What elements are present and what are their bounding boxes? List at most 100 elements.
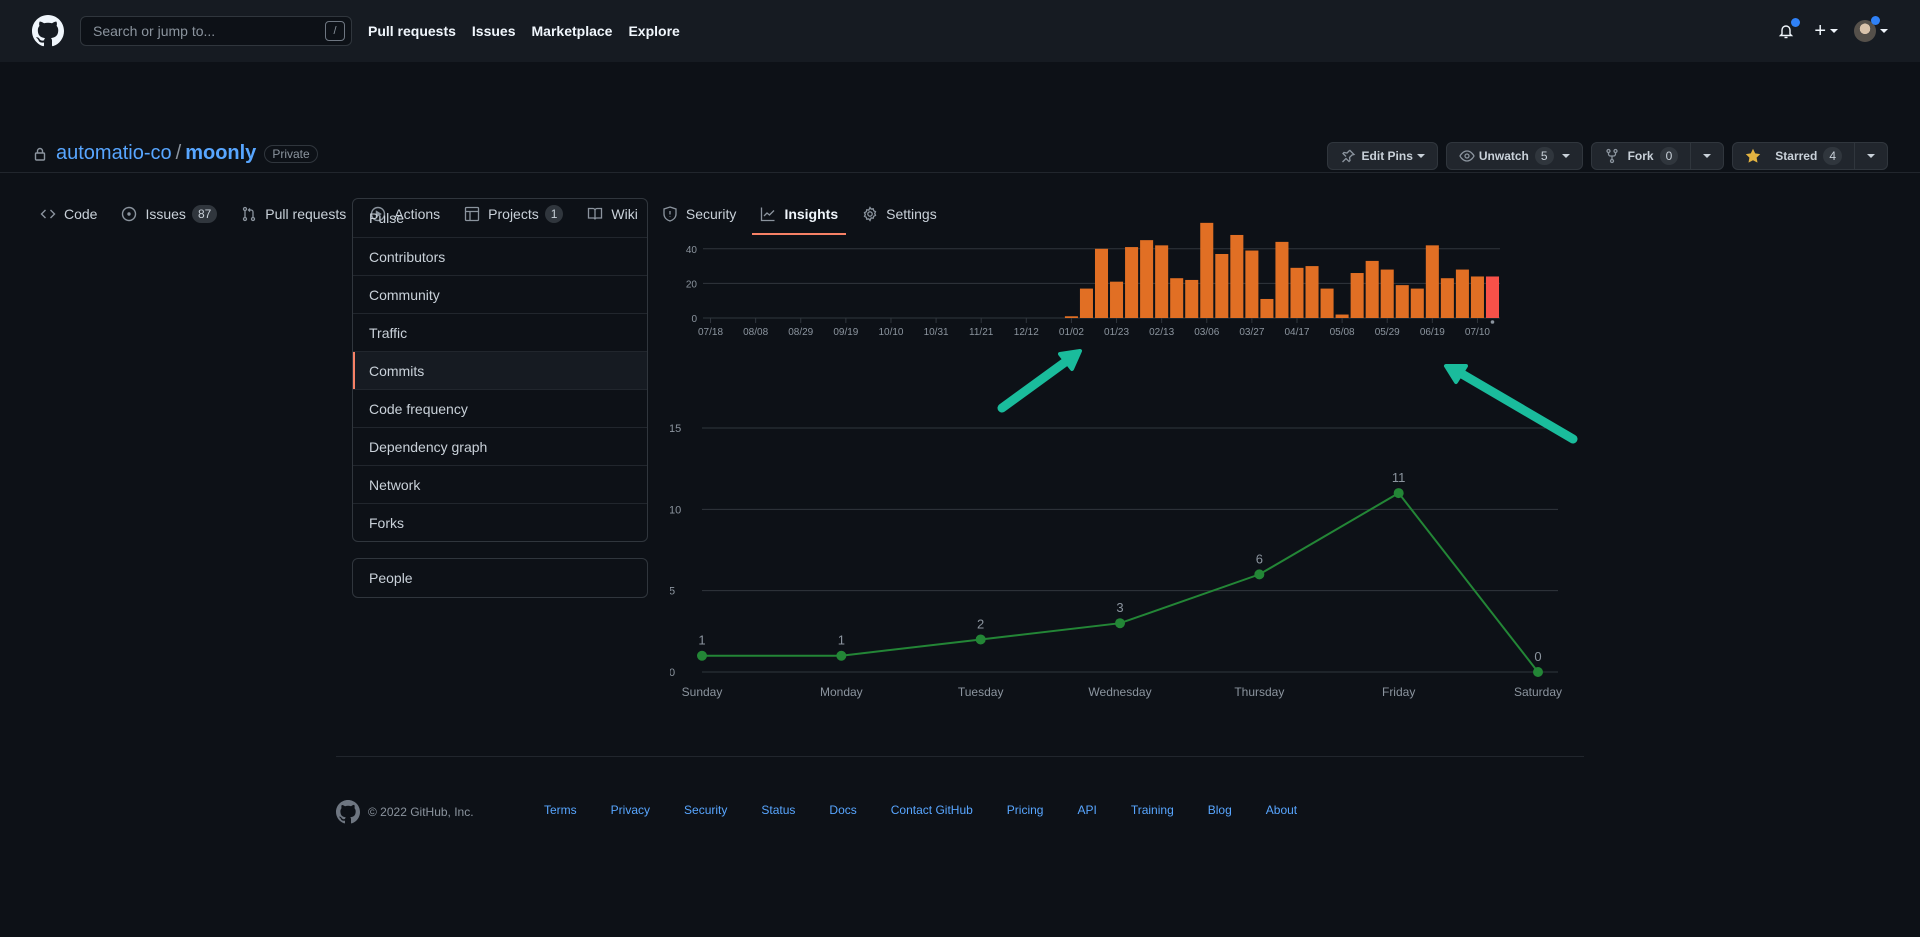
footer-link-status[interactable]: Status bbox=[761, 803, 795, 817]
star-dropdown[interactable] bbox=[1855, 143, 1887, 169]
tab-code[interactable]: Code bbox=[32, 192, 105, 235]
current-week-marker bbox=[1490, 320, 1495, 324]
footer-link-training[interactable]: Training bbox=[1131, 803, 1174, 817]
sidebar-item-community[interactable]: Community bbox=[353, 275, 647, 313]
footer-link-docs[interactable]: Docs bbox=[829, 803, 856, 817]
x-tick-label: 11/21 bbox=[969, 327, 994, 338]
insights-menu-secondary: People bbox=[352, 558, 648, 598]
create-new-button[interactable]: + bbox=[1814, 20, 1838, 43]
edit-pins-button[interactable]: Edit Pins bbox=[1326, 142, 1438, 170]
repo-actions: Edit Pins Unwatch 5 Fork 0 Starred 4 bbox=[1326, 142, 1888, 170]
data-label: 11 bbox=[1392, 470, 1406, 485]
weekly-bar bbox=[1079, 288, 1093, 318]
x-tick-label: 10/10 bbox=[878, 327, 903, 338]
weekly-bar bbox=[1305, 266, 1319, 318]
header-right: + bbox=[1778, 16, 1888, 43]
footer-link-security[interactable]: Security bbox=[684, 803, 727, 817]
copyright-text: © 2022 GitHub, Inc. bbox=[368, 805, 474, 819]
plus-icon: + bbox=[1814, 19, 1826, 42]
footer-link-terms[interactable]: Terms bbox=[544, 803, 577, 817]
sidebar-item-network[interactable]: Network bbox=[353, 465, 647, 503]
nav-issues[interactable]: Issues bbox=[472, 23, 516, 39]
footer-links: Terms Privacy Security Status Docs Conta… bbox=[544, 803, 1297, 817]
footer-link-contact[interactable]: Contact GitHub bbox=[891, 803, 973, 817]
weekly-bar bbox=[1064, 316, 1078, 318]
nav-pull-requests[interactable]: Pull requests bbox=[368, 23, 456, 39]
weekly-bar bbox=[1455, 269, 1469, 318]
notification-dot bbox=[1791, 18, 1801, 27]
tab-issues[interactable]: Issues 87 bbox=[113, 192, 225, 235]
sidebar-item-code-frequency[interactable]: Code frequency bbox=[353, 389, 647, 427]
data-label: 3 bbox=[1116, 600, 1123, 615]
fork-icon bbox=[1605, 148, 1618, 164]
y-tick-label: 40 bbox=[686, 245, 698, 256]
notifications-button[interactable] bbox=[1778, 18, 1801, 41]
user-menu-button[interactable] bbox=[1854, 16, 1888, 42]
header-nav: Pull requests Issues Marketplace Explore bbox=[368, 23, 696, 39]
tab-label: Pull requests bbox=[265, 205, 347, 222]
data-point bbox=[1115, 618, 1125, 629]
code-icon bbox=[40, 209, 56, 218]
x-tick-label: Saturday bbox=[1514, 685, 1562, 699]
x-tick-label: 03/27 bbox=[1239, 327, 1264, 338]
weekly-bar bbox=[1125, 247, 1139, 318]
github-mark-icon[interactable] bbox=[336, 800, 360, 824]
data-label: 2 bbox=[977, 616, 984, 631]
insights-sidebar: Pulse Contributors Community Traffic Com… bbox=[352, 198, 648, 598]
sidebar-item-traffic[interactable]: Traffic bbox=[353, 313, 647, 351]
y-tick-label: 15 bbox=[670, 423, 681, 435]
repo-separator: / bbox=[175, 142, 182, 164]
x-tick-label: 02/13 bbox=[1149, 327, 1174, 338]
x-tick-label: 05/29 bbox=[1375, 327, 1400, 338]
weekly-bar bbox=[1185, 279, 1199, 318]
git-pull-request-icon bbox=[243, 206, 256, 221]
fork-button[interactable]: Fork 0 bbox=[1592, 143, 1692, 169]
x-tick-label: 01/23 bbox=[1104, 327, 1129, 338]
weekly-bar bbox=[1440, 278, 1454, 318]
footer-link-api[interactable]: API bbox=[1077, 803, 1096, 817]
y-tick-label: 0 bbox=[670, 667, 675, 679]
weekly-bar bbox=[1365, 260, 1379, 318]
repo-name-link[interactable]: moonly bbox=[185, 142, 256, 165]
repo-owner-link[interactable]: automatio-co bbox=[56, 142, 172, 165]
footer-link-blog[interactable]: Blog bbox=[1208, 803, 1232, 817]
weekly-bar bbox=[1200, 222, 1214, 318]
x-tick-label: 07/18 bbox=[698, 327, 723, 338]
weekly-bar bbox=[1170, 278, 1184, 318]
sidebar-item-commits[interactable]: Commits bbox=[353, 351, 647, 389]
sidebar-item-forks[interactable]: Forks bbox=[353, 503, 647, 541]
fork-count: 0 bbox=[1659, 147, 1679, 165]
x-tick-label: Wednesday bbox=[1088, 685, 1151, 699]
github-logo-icon[interactable] bbox=[32, 15, 64, 47]
sidebar-item-pulse[interactable]: Pulse bbox=[353, 199, 647, 237]
fork-dropdown[interactable] bbox=[1691, 143, 1723, 169]
y-tick-label: 10 bbox=[670, 504, 681, 516]
issue-opened-icon bbox=[122, 206, 137, 221]
sidebar-item-contributors[interactable]: Contributors bbox=[353, 237, 647, 275]
unwatch-button[interactable]: Unwatch 5 bbox=[1445, 142, 1583, 170]
nav-explore[interactable]: Explore bbox=[628, 23, 679, 39]
footer-link-pricing[interactable]: Pricing bbox=[1007, 803, 1044, 817]
eye-icon bbox=[1459, 150, 1475, 162]
tab-label: Code bbox=[64, 205, 98, 222]
sidebar-item-dependency-graph[interactable]: Dependency graph bbox=[353, 427, 647, 465]
starred-button[interactable]: Starred 4 bbox=[1733, 143, 1855, 169]
edit-pins-label: Edit Pins bbox=[1361, 149, 1413, 163]
tab-pull-requests[interactable]: Pull requests bbox=[233, 192, 354, 235]
star-count: 4 bbox=[1823, 147, 1842, 165]
footer-link-about[interactable]: About bbox=[1266, 803, 1297, 817]
x-tick-label: 06/19 bbox=[1420, 327, 1445, 338]
day-of-week-chart: 0 5 10 15 1 Sunday 1 Monday 2 Tuesday 3 Wednesday 6 T… bbox=[670, 423, 1562, 699]
star-icon bbox=[1746, 148, 1761, 163]
shield-icon bbox=[663, 205, 677, 222]
repo-title: automatio-co / moonly Private bbox=[32, 142, 318, 165]
x-tick-label: Tuesday bbox=[958, 685, 1004, 699]
sidebar-item-people[interactable]: People bbox=[353, 559, 647, 597]
footer-link-privacy[interactable]: Privacy bbox=[611, 803, 650, 817]
nav-marketplace[interactable]: Marketplace bbox=[532, 23, 613, 39]
data-point bbox=[975, 634, 986, 645]
search-input[interactable]: Search or jump to... / bbox=[80, 16, 352, 46]
weekly-commits-chart: 0 20 40 07/18 08/08 08/29 09/19 10/10 10/31 11/21… bbox=[686, 222, 1500, 338]
caret-down-icon bbox=[1416, 154, 1425, 158]
weekly-bar bbox=[1425, 245, 1439, 318]
